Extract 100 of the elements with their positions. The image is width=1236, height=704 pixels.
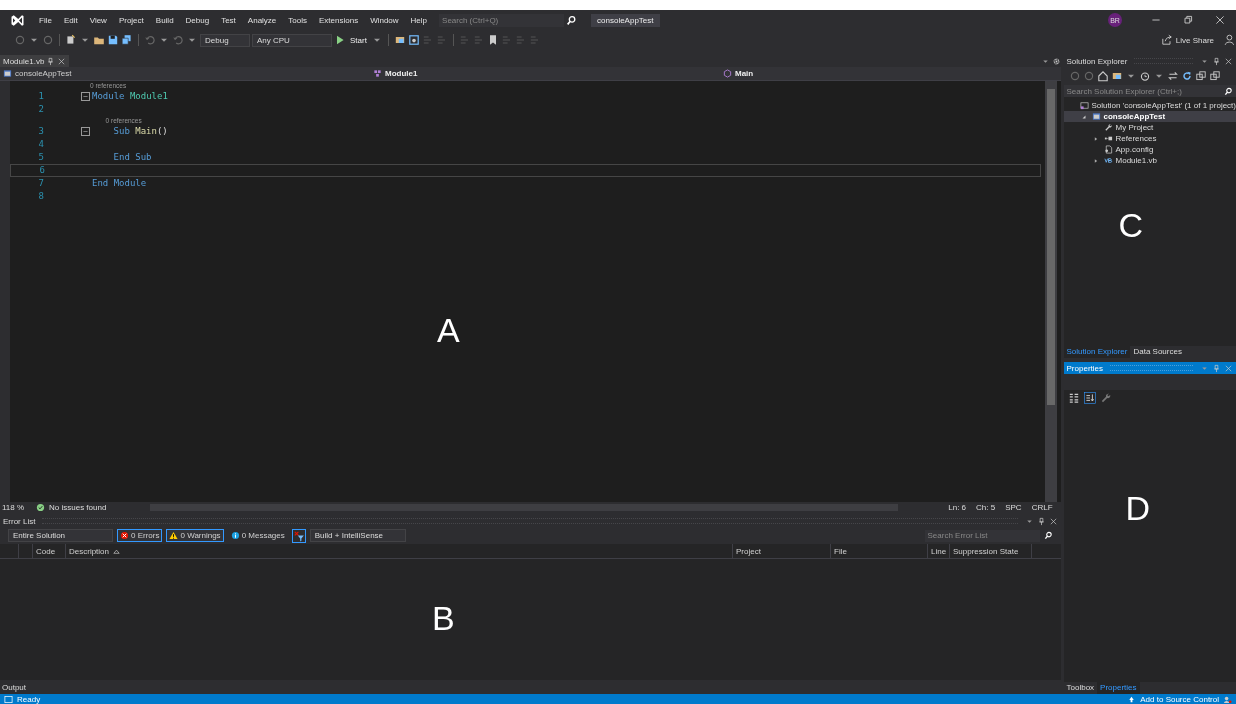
logo-icon[interactable] bbox=[10, 12, 25, 28]
document-tab[interactable]: Module1.vb bbox=[0, 55, 70, 67]
menu-item[interactable]: Tools bbox=[282, 15, 313, 25]
panel-tab[interactable]: Data Sources bbox=[1130, 346, 1185, 358]
configuration-dropdown[interactable]: Debug bbox=[200, 33, 250, 47]
back-icon[interactable] bbox=[14, 34, 26, 46]
refresh-icon[interactable] bbox=[1180, 70, 1193, 82]
close-icon[interactable] bbox=[1214, 14, 1226, 26]
tree-item[interactable]: Solution 'consoleAppTest' (1 of 1 project) bbox=[1063, 100, 1236, 111]
platform-dropdown[interactable]: Any CPU bbox=[252, 33, 332, 47]
tree-item[interactable]: App.config bbox=[1063, 144, 1236, 155]
references-icon bbox=[1103, 134, 1113, 143]
project-icon bbox=[3, 69, 12, 78]
live-share-button[interactable]: Live Share bbox=[1160, 34, 1214, 46]
menu-item[interactable]: Window bbox=[364, 15, 405, 25]
menu-item[interactable]: File bbox=[33, 15, 58, 25]
code-text: End Sub bbox=[113, 151, 152, 164]
collapsed-arrow-icon[interactable] bbox=[1093, 157, 1100, 164]
menu-item[interactable]: Analyze bbox=[241, 15, 283, 25]
forward-icon[interactable] bbox=[42, 34, 54, 46]
issues-status[interactable]: No issues found bbox=[49, 503, 107, 512]
build-filter-dropdown[interactable]: Build + IntelliSense bbox=[309, 529, 406, 542]
search-icon[interactable] bbox=[1043, 531, 1053, 540]
collapsed-arrow-icon[interactable] bbox=[1093, 135, 1100, 142]
restore-icon[interactable] bbox=[1182, 14, 1194, 26]
panel-title: Properties bbox=[1066, 363, 1103, 373]
window-icon[interactable] bbox=[407, 34, 420, 46]
copy-icon[interactable] bbox=[1208, 70, 1221, 82]
person-icon[interactable] bbox=[1224, 34, 1236, 46]
menu-item[interactable]: View bbox=[83, 15, 113, 25]
menu-item[interactable]: Build bbox=[149, 15, 180, 25]
menu-item[interactable]: Help bbox=[404, 15, 434, 25]
type-dropdown[interactable]: Module1 bbox=[363, 67, 713, 80]
column-header[interactable]: File bbox=[830, 544, 927, 558]
pin-icon[interactable] bbox=[1212, 56, 1221, 66]
zoom-dropdown[interactable]: 118 % bbox=[2, 503, 32, 512]
member-dropdown[interactable]: Main bbox=[713, 67, 1061, 80]
filter-icon[interactable] bbox=[291, 528, 306, 543]
tree-item[interactable]: Module1.vb bbox=[1063, 155, 1236, 166]
source-control-button[interactable]: Add to Source Control bbox=[1140, 694, 1219, 704]
collapse-all-icon[interactable] bbox=[1194, 70, 1207, 82]
clock-icon[interactable] bbox=[1138, 70, 1151, 82]
close-icon[interactable] bbox=[57, 56, 67, 66]
play-icon[interactable] bbox=[334, 34, 346, 46]
column-header[interactable]: Description bbox=[65, 544, 732, 558]
tree-item[interactable]: My Project bbox=[1063, 122, 1236, 133]
start-button[interactable]: Start bbox=[348, 35, 369, 45]
tree-item[interactable]: References bbox=[1063, 133, 1236, 144]
sync-icon[interactable] bbox=[1166, 70, 1179, 82]
menu-item[interactable]: Debug bbox=[179, 15, 216, 25]
search-field[interactable]: Search (Ctrl+Q) bbox=[439, 13, 565, 27]
scrollbar[interactable] bbox=[1044, 81, 1057, 502]
search-field[interactable]: Search Error List bbox=[924, 529, 1040, 542]
project-dropdown[interactable]: consoleAppTest bbox=[0, 67, 363, 80]
categorized-icon[interactable] bbox=[1067, 392, 1080, 404]
collapse-icon[interactable] bbox=[81, 127, 90, 136]
close-icon[interactable] bbox=[1048, 516, 1058, 526]
pin-icon[interactable] bbox=[46, 56, 56, 66]
line-position[interactable]: Ln: 6 bbox=[948, 503, 967, 512]
panel-tab[interactable]: Properties bbox=[1097, 682, 1140, 694]
menu-item[interactable]: Edit bbox=[57, 15, 84, 25]
back-icon[interactable] bbox=[1068, 70, 1081, 82]
notification-icon[interactable] bbox=[1223, 694, 1232, 704]
alphabetical-icon[interactable] bbox=[1083, 392, 1096, 404]
expanded-arrow-icon[interactable] bbox=[1081, 113, 1088, 120]
column-header[interactable]: Suppression State bbox=[949, 544, 1031, 558]
panel-tab[interactable]: Solution Explorer bbox=[1063, 346, 1131, 358]
whitespace-indicator[interactable]: SPC bbox=[1005, 503, 1022, 512]
warning-filter-button[interactable]: 0 Warnings bbox=[166, 529, 224, 542]
folder-icon[interactable] bbox=[393, 34, 406, 46]
settings-icon[interactable] bbox=[1051, 56, 1061, 66]
collapse-icon[interactable] bbox=[81, 92, 90, 101]
search-icon[interactable] bbox=[1224, 86, 1233, 96]
column-header[interactable]: Code bbox=[32, 544, 65, 558]
save-icon[interactable] bbox=[107, 34, 119, 46]
close-icon[interactable] bbox=[1224, 56, 1233, 66]
panel-tab[interactable]: Toolbox bbox=[1063, 682, 1098, 694]
column-position[interactable]: Ch: 5 bbox=[976, 503, 996, 512]
message-icon bbox=[230, 531, 240, 540]
member-icon bbox=[723, 69, 732, 78]
wrench-icon[interactable] bbox=[1099, 392, 1112, 404]
save-all-icon[interactable] bbox=[121, 34, 133, 46]
tree-item[interactable]: consoleAppTest bbox=[1063, 111, 1236, 122]
message-filter-button[interactable]: 0 Messages bbox=[227, 529, 288, 542]
menu-item[interactable]: Project bbox=[112, 15, 150, 25]
new-project-icon[interactable] bbox=[65, 34, 77, 46]
line-ending-indicator[interactable]: CRLF bbox=[1031, 503, 1053, 512]
line-number: 8 bbox=[37, 190, 44, 203]
search-icon[interactable] bbox=[566, 14, 578, 26]
menu-item[interactable]: Test bbox=[215, 15, 242, 25]
column-header[interactable]: Line bbox=[927, 544, 949, 558]
menu-item[interactable]: Extensions bbox=[313, 15, 365, 25]
folder-icon[interactable] bbox=[1110, 70, 1123, 82]
panel-tab[interactable]: Output bbox=[0, 682, 28, 692]
scope-dropdown[interactable]: Entire Solution bbox=[8, 529, 113, 542]
annotation-letter: B bbox=[432, 601, 455, 635]
error-filter-button[interactable]: 0 Errors bbox=[117, 529, 163, 542]
home-icon[interactable] bbox=[1096, 70, 1109, 82]
column-header[interactable]: Project bbox=[732, 544, 830, 558]
pin-icon[interactable] bbox=[1036, 516, 1046, 526]
